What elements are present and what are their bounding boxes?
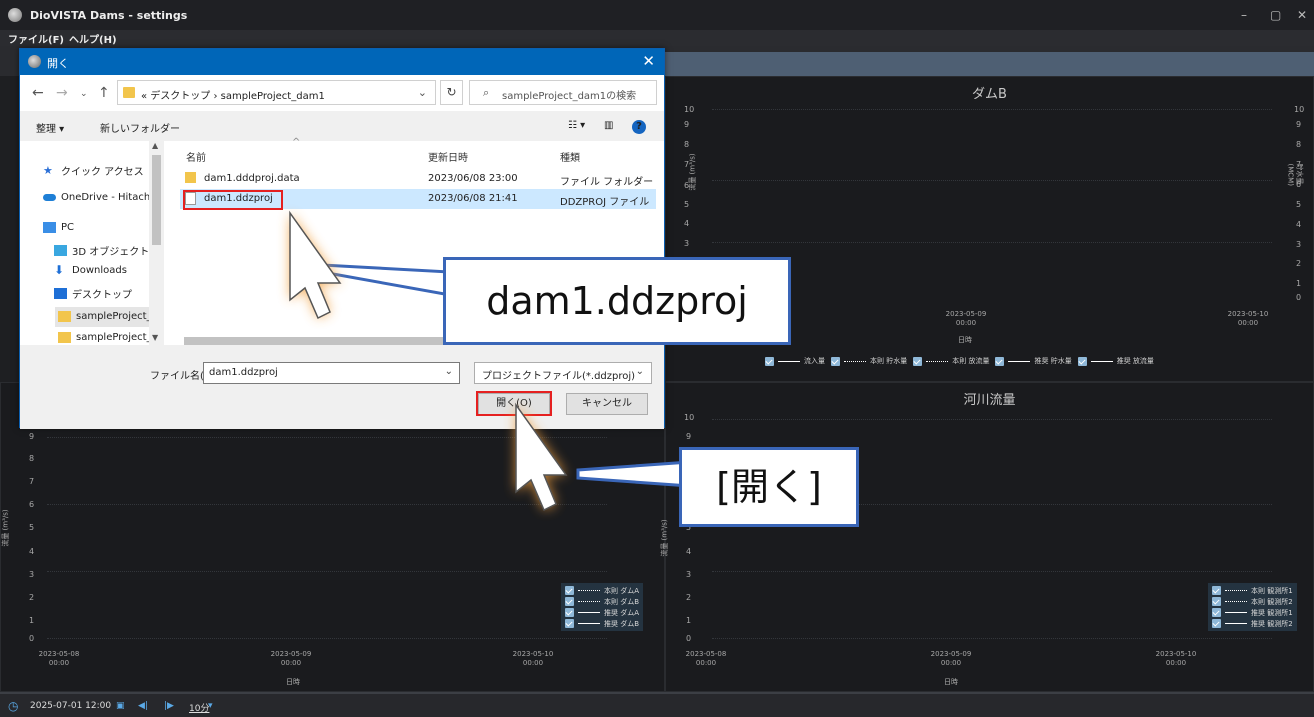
app-window: DioVISTA Dams - settings – ▢ ✕ ファイル(F) ヘ… [0,0,1314,717]
file-callout: dam1.ddzproj [443,257,791,345]
annotation-overlay [289,210,692,512]
open-button-callout: [開く] [679,447,859,527]
cursor-icon [515,402,568,512]
